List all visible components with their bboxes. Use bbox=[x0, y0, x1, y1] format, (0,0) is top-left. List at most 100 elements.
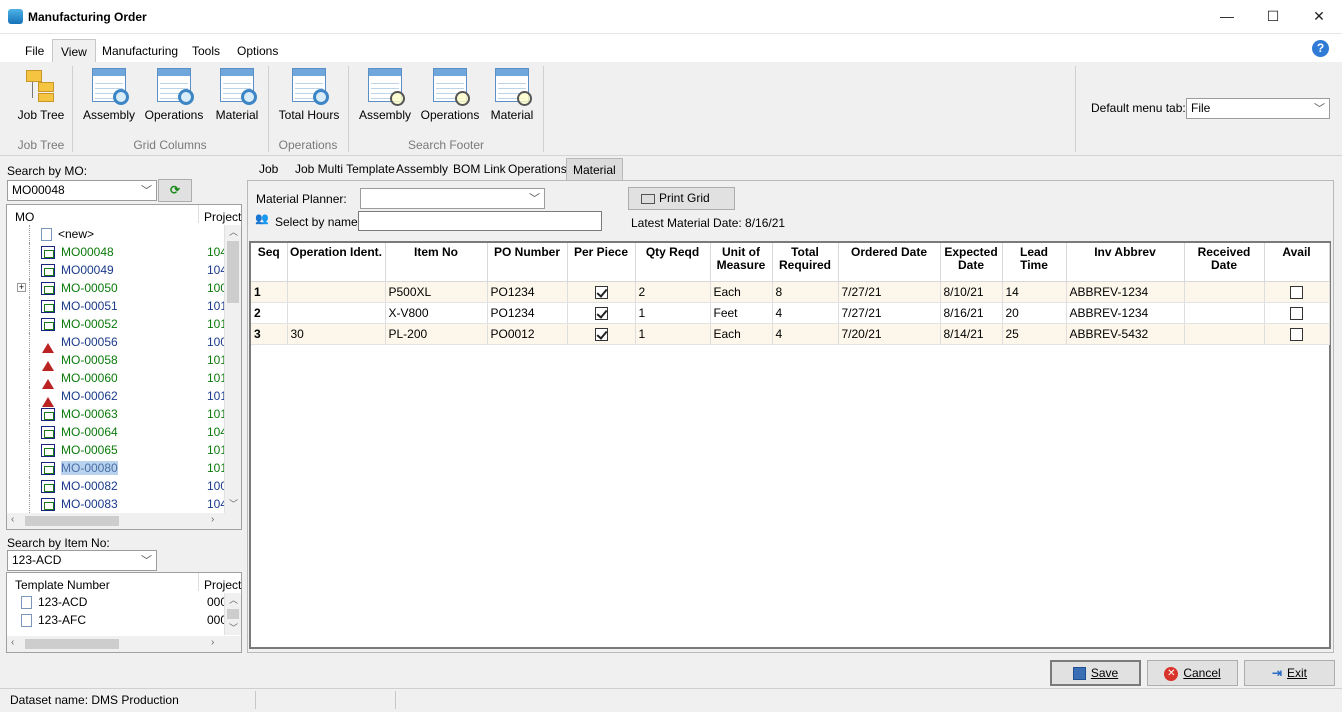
grid-cell-inv[interactable]: ABBREV-5432 bbox=[1066, 323, 1185, 345]
grid-header-cell[interactable]: Lead Time bbox=[1002, 243, 1067, 282]
mo-tree-row[interactable]: MO00048 104 bbox=[7, 243, 225, 261]
grid-cell-received[interactable] bbox=[1184, 323, 1265, 345]
mo-tree-row[interactable]: MO00049 104 bbox=[7, 261, 225, 279]
grid-cell-received[interactable] bbox=[1184, 281, 1265, 303]
scroll-down-icon[interactable]: ﹀ bbox=[229, 621, 238, 634]
grid-header-cell[interactable]: Expected Date bbox=[940, 243, 1003, 282]
grid-cell-po[interactable]: PO0012 bbox=[487, 323, 568, 345]
ribbon-footer-operations-button[interactable]: Operations bbox=[418, 68, 482, 122]
per-piece-checkbox[interactable] bbox=[594, 327, 608, 341]
grid-cell-uom[interactable]: Feet bbox=[710, 302, 773, 324]
close-button[interactable]: ✕ bbox=[1296, 0, 1342, 32]
scroll-up-icon[interactable]: ︿ bbox=[229, 593, 238, 606]
grid-cell-qty[interactable]: 1 bbox=[635, 323, 711, 345]
ribbon-total-hours-button[interactable]: Total Hours bbox=[274, 68, 344, 122]
ribbon-footer-material-button[interactable]: Material bbox=[486, 68, 538, 122]
grid-cell-ordered[interactable]: 7/27/21 bbox=[838, 281, 941, 303]
grid-header-cell[interactable]: Item No bbox=[385, 243, 488, 282]
print-grid-button[interactable]: Print Grid bbox=[628, 187, 735, 210]
grid-cell-item[interactable]: X-V800 bbox=[385, 302, 488, 324]
per-piece-cell[interactable] bbox=[567, 302, 636, 324]
grid-cell-received[interactable] bbox=[1184, 302, 1265, 324]
tab-operations[interactable]: Operations bbox=[502, 158, 573, 180]
menu-tab-file[interactable]: File bbox=[17, 42, 52, 62]
grid-cell-ordered[interactable]: 7/27/21 bbox=[838, 302, 941, 324]
mo-tree-row[interactable]: MO-00064 104 bbox=[7, 423, 225, 441]
mo-tree-row[interactable]: MO-00052 101 bbox=[7, 315, 225, 333]
material-grid[interactable]: Seq Operation Ident. Item No PO Number Per P… bbox=[249, 241, 1331, 649]
avail-cell[interactable] bbox=[1264, 281, 1330, 303]
grid-cell-total[interactable]: 4 bbox=[772, 302, 839, 324]
mo-tree-row[interactable]: + MO-00050 100 bbox=[7, 279, 225, 297]
tab-job[interactable]: Job bbox=[253, 158, 284, 180]
mo-tree-row[interactable]: MO-00083 104 bbox=[7, 495, 225, 513]
scroll-right-icon[interactable]: › bbox=[211, 514, 214, 525]
grid-cell-lead[interactable]: 25 bbox=[1002, 323, 1067, 345]
grid-cell-item[interactable]: PL-200 bbox=[385, 323, 488, 345]
template-tree-scrollbar-v[interactable]: ︿ ﹀ bbox=[224, 593, 241, 635]
menu-tab-view[interactable]: View bbox=[52, 39, 96, 63]
avail-checkbox[interactable] bbox=[1290, 306, 1303, 320]
grid-header-cell[interactable]: Inv Abbrev bbox=[1066, 243, 1185, 282]
ribbon-grid-operations-button[interactable]: Operations bbox=[142, 68, 206, 122]
select-by-name-input[interactable] bbox=[358, 211, 602, 231]
menu-tab-tools[interactable]: Tools bbox=[184, 42, 228, 62]
per-piece-cell[interactable] bbox=[567, 323, 636, 345]
grid-cell-total[interactable]: 4 bbox=[772, 323, 839, 345]
mo-tree-row[interactable]: MO-00082 100 bbox=[7, 477, 225, 495]
save-button[interactable]: Save bbox=[1050, 660, 1141, 686]
grid-header-cell[interactable]: Avail bbox=[1264, 243, 1330, 282]
template-tree-hscroll-thumb[interactable] bbox=[25, 639, 119, 649]
avail-checkbox[interactable] bbox=[1290, 285, 1303, 299]
grid-cell-op[interactable] bbox=[287, 302, 386, 324]
grid-cell-lead[interactable]: 14 bbox=[1002, 281, 1067, 303]
scroll-down-icon[interactable]: ﹀ bbox=[229, 497, 238, 510]
expand-icon[interactable]: + bbox=[17, 283, 26, 292]
grid-cell-expected[interactable]: 8/16/21 bbox=[940, 302, 1003, 324]
per-piece-checkbox[interactable] bbox=[594, 285, 608, 299]
cancel-button[interactable]: ✕ Cancel bbox=[1147, 660, 1238, 686]
table-row[interactable]: 1 P500XL PO1234 2 Each 8 7/27/21 8/10/21 14 ABBRE… bbox=[251, 281, 1330, 303]
grid-cell-po[interactable]: PO1234 bbox=[487, 302, 568, 324]
grid-header-cell[interactable]: Total Required bbox=[772, 243, 839, 282]
template-tree-scroll-thumb[interactable] bbox=[227, 609, 239, 619]
grid-cell-expected[interactable]: 8/14/21 bbox=[940, 323, 1003, 345]
mo-tree-row[interactable]: MO-00060 101 bbox=[7, 369, 225, 390]
template-row[interactable]: 123-AFC bbox=[21, 611, 86, 629]
grid-cell-inv[interactable]: ABBREV-1234 bbox=[1066, 302, 1185, 324]
tab-job-multi-template[interactable]: Job Multi Template bbox=[289, 158, 401, 180]
search-mo-select[interactable]: MO00048 ﹀ bbox=[7, 180, 157, 201]
mo-tree-scrollbar-h[interactable]: ‹ › bbox=[7, 513, 241, 529]
avail-checkbox[interactable] bbox=[1290, 327, 1303, 341]
mo-tree-row[interactable]: MO-00062 101 bbox=[7, 387, 225, 408]
avail-cell[interactable] bbox=[1264, 323, 1330, 345]
grid-header-cell[interactable]: Unit of Measure bbox=[710, 243, 773, 282]
search-item-select[interactable]: 123-ACD ﹀ bbox=[7, 550, 157, 571]
grid-cell-ordered[interactable]: 7/20/21 bbox=[838, 323, 941, 345]
mo-tree-row[interactable]: MO-00051 101 bbox=[7, 297, 225, 315]
grid-cell-uom[interactable]: Each bbox=[710, 323, 773, 345]
ribbon-job-tree-button[interactable]: Job Tree bbox=[12, 68, 70, 122]
mo-tree-row[interactable]: MO-00063 101 bbox=[7, 405, 225, 423]
table-row[interactable]: 3 30 PL-200 PO0012 1 Each 4 7/20/21 8/14/21 25 ABB… bbox=[251, 323, 1330, 345]
grid-cell-item[interactable]: P500XL bbox=[385, 281, 488, 303]
mo-tree-row[interactable]: MO-00058 101 bbox=[7, 351, 225, 372]
template-row[interactable]: 123-ACD bbox=[21, 593, 87, 611]
mo-tree-row[interactable]: <new> bbox=[7, 225, 225, 243]
grid-header-cell[interactable]: PO Number bbox=[487, 243, 568, 282]
scroll-right-icon[interactable]: › bbox=[211, 637, 214, 648]
tab-material[interactable]: Material bbox=[566, 158, 623, 180]
minimize-button[interactable]: — bbox=[1204, 0, 1250, 32]
template-tree-scrollbar-h[interactable]: ‹ › bbox=[7, 636, 241, 652]
grid-cell-qty[interactable]: 1 bbox=[635, 302, 711, 324]
grid-cell-po[interactable]: PO1234 bbox=[487, 281, 568, 303]
scroll-left-icon[interactable]: ‹ bbox=[11, 637, 14, 648]
mo-tree-row[interactable]: MO-00056 100 bbox=[7, 333, 225, 354]
help-icon[interactable]: ? bbox=[1312, 40, 1329, 57]
table-row[interactable]: 2 X-V800 PO1234 1 Feet 4 7/27/21 8/16/21 20 ABBRE… bbox=[251, 302, 1330, 324]
ribbon-grid-material-button[interactable]: Material bbox=[210, 68, 264, 122]
mo-tree-row[interactable]: MO-00065 101 bbox=[7, 441, 225, 459]
scroll-up-icon[interactable]: ︿ bbox=[229, 225, 238, 238]
grid-cell-seq[interactable]: 3 bbox=[251, 323, 288, 345]
mo-tree-hscroll-thumb[interactable] bbox=[25, 516, 119, 526]
